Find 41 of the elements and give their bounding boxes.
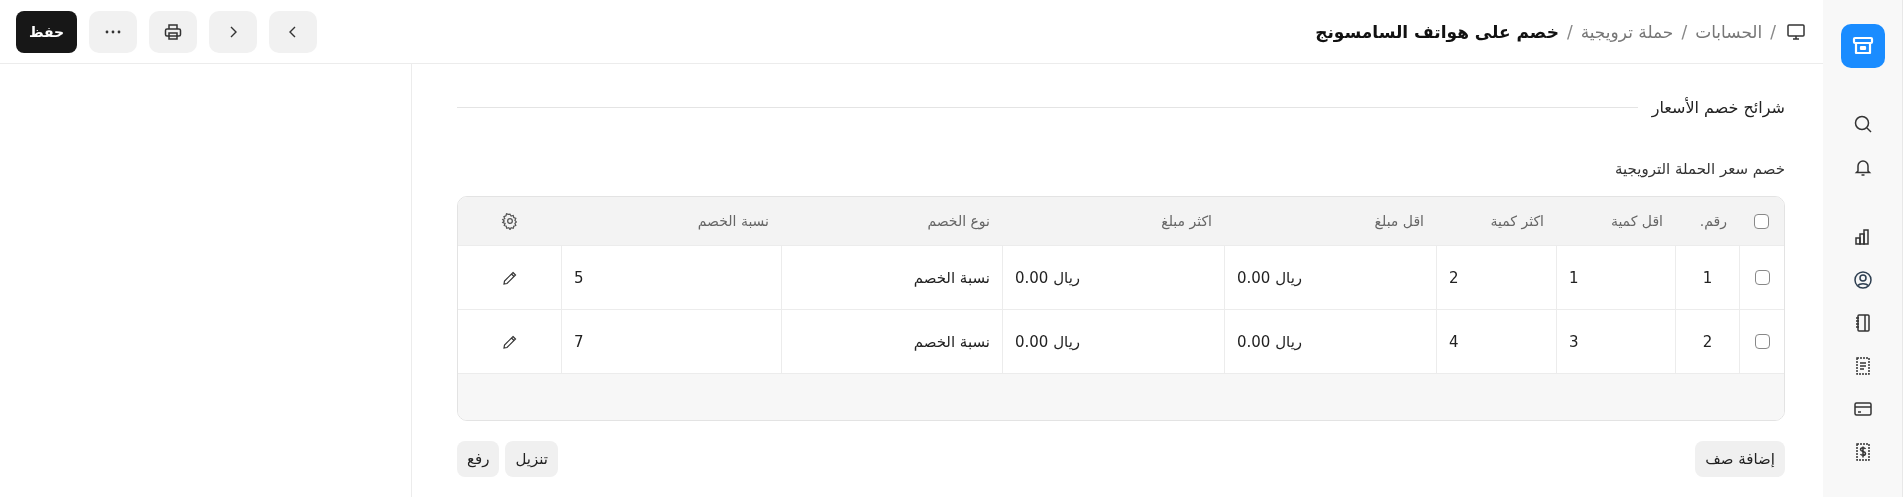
column-header: رقم. xyxy=(1675,197,1739,245)
download-button[interactable]: تنزيل xyxy=(505,441,558,477)
breadcrumb-separator: / xyxy=(1770,21,1776,42)
bell-icon[interactable] xyxy=(1852,157,1873,177)
table-cell: ريال 0.00 xyxy=(1002,245,1224,309)
column-header: نوع الخصم xyxy=(781,197,1002,245)
select-all-checkbox[interactable] xyxy=(1754,213,1769,229)
settings-icon[interactable] xyxy=(500,212,519,230)
edit-icon[interactable] xyxy=(501,269,518,286)
user-icon[interactable] xyxy=(1852,270,1873,290)
row-checkbox[interactable] xyxy=(1754,334,1770,349)
credit-card-icon[interactable] xyxy=(1852,399,1873,419)
breadcrumb-separator: / xyxy=(1566,21,1573,42)
column-header: اكثر مبلغ xyxy=(1002,197,1224,245)
upload-button[interactable]: رفع xyxy=(457,441,500,477)
edit-icon[interactable] xyxy=(501,333,518,350)
table-cell: 1 xyxy=(1556,245,1675,309)
app-logo-icon[interactable] xyxy=(1840,24,1885,68)
table-cell: 1 xyxy=(1675,245,1739,309)
search-icon[interactable] xyxy=(1852,114,1873,134)
table-title: خصم سعر الحملة الترويجية xyxy=(1614,160,1785,180)
print-button[interactable] xyxy=(149,10,198,53)
breadcrumb-item[interactable]: الحسابات xyxy=(1695,21,1763,42)
section-title: شرائح خصم الأسعار xyxy=(1651,97,1785,117)
breadcrumb-item[interactable]: خصم على هواتف السامسونج xyxy=(1315,21,1559,42)
column-header: اقل كمية xyxy=(1556,197,1675,245)
save-button[interactable]: حفظ xyxy=(16,10,78,53)
table-cell: 2 xyxy=(1436,245,1556,309)
column-header: نسبة الخصم xyxy=(561,197,781,245)
more-icon xyxy=(104,28,123,35)
column-header: اكثر كمية xyxy=(1436,197,1556,245)
table-cell: ريال 0.00 xyxy=(1224,245,1436,309)
table-cell: 5 xyxy=(561,245,781,309)
add-row-button[interactable]: إضافة صف xyxy=(1695,441,1785,477)
breadcrumb-separator: / xyxy=(1681,21,1688,42)
column-header: اقل مبلغ xyxy=(1224,197,1436,245)
row-checkbox[interactable] xyxy=(1754,270,1770,285)
printer-icon xyxy=(163,21,184,42)
monitor-icon[interactable] xyxy=(1786,21,1806,42)
table-cell: نسبة الخصم xyxy=(781,245,1002,309)
breadcrumb-item[interactable]: حملة ترويجية xyxy=(1580,21,1674,42)
